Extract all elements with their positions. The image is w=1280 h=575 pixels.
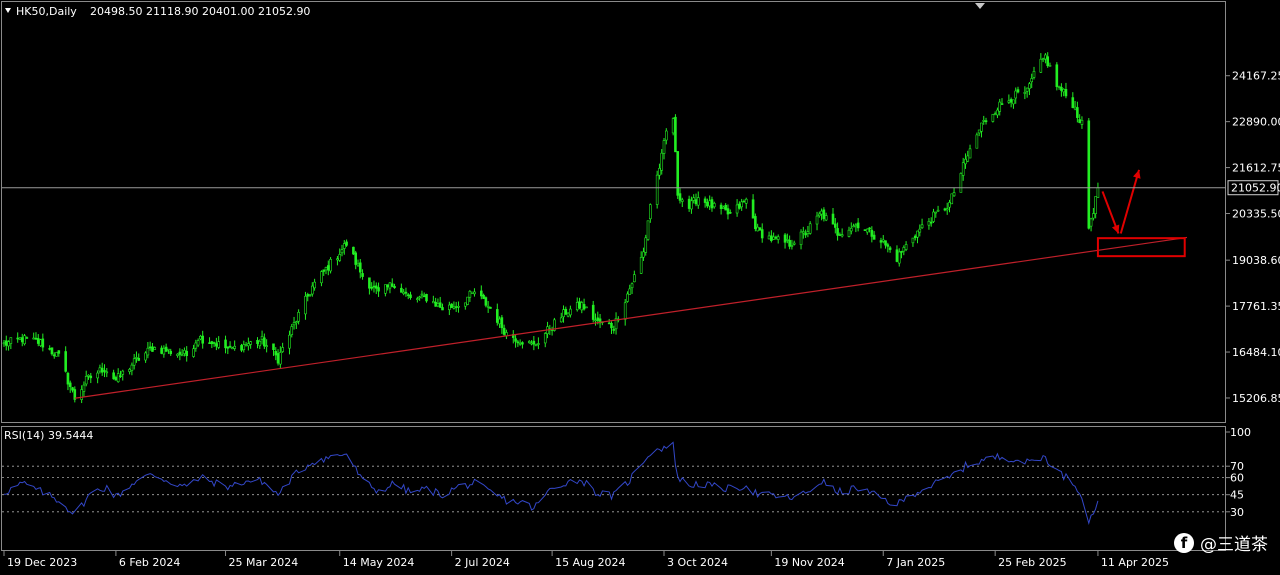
candle <box>1055 62 1059 91</box>
watermark: f @三道茶 <box>1174 530 1268 555</box>
chart-background <box>0 0 1280 575</box>
candle <box>950 193 954 205</box>
time-tick-label: 6 Feb 2024 <box>119 556 180 569</box>
candle <box>676 151 680 199</box>
time-tick-label: 14 May 2024 <box>343 556 415 569</box>
time-tick-label: 19 Dec 2023 <box>7 556 77 569</box>
price-tick-label: 15206.85 <box>1232 392 1280 405</box>
candle <box>470 291 474 294</box>
candle <box>39 338 42 347</box>
watermark-text: @三道茶 <box>1200 535 1268 555</box>
time-tick-label: 15 Aug 2024 <box>555 556 625 569</box>
time-tick-label: 3 Oct 2024 <box>667 556 728 569</box>
candle <box>991 113 995 123</box>
candle <box>959 172 963 193</box>
candle <box>975 132 979 149</box>
time-tick-label: 25 Mar 2024 <box>229 556 299 569</box>
rsi-tick-label: 30 <box>1230 506 1244 519</box>
candle <box>585 306 588 309</box>
candle <box>644 234 648 256</box>
candle <box>671 117 675 136</box>
rsi-tick-label: 100 <box>1230 426 1251 439</box>
rsi-tick-label: 60 <box>1230 472 1244 485</box>
chart-stage: 21052.90 24167.25 22890.00 21612.75 20335.5… <box>0 0 1280 575</box>
candle <box>23 333 26 346</box>
time-tick-label: 7 Jan 2025 <box>886 556 945 569</box>
price-tick-label: 20335.50 <box>1232 208 1280 221</box>
candle <box>655 170 659 209</box>
candle <box>329 257 332 274</box>
candle <box>450 303 453 308</box>
candle <box>55 351 58 357</box>
candle <box>1087 118 1091 230</box>
time-tick-label: 19 Nov 2024 <box>774 556 844 569</box>
ohlc-label: 20498.50 21118.90 20401.00 21052.90 <box>90 5 310 18</box>
price-tick-label: 16484.10 <box>1232 346 1280 359</box>
time-tick-label: 2 Jul 2024 <box>455 556 510 569</box>
price-tick-label: 22890.00 <box>1232 116 1280 129</box>
candle <box>646 220 650 241</box>
price-tick-label: 24167.25 <box>1232 70 1280 83</box>
candle <box>466 296 469 306</box>
candle <box>754 213 757 232</box>
last-price-label: 21052.90 <box>1231 182 1280 195</box>
rsi-tick-label: 45 <box>1230 489 1244 502</box>
rsi-label: RSI(14) 39.5444 <box>4 429 93 442</box>
facebook-icon: f <box>1174 532 1194 553</box>
time-tick-label: 11 Apr 2025 <box>1101 556 1169 569</box>
price-tick-label: 21612.75 <box>1232 162 1280 175</box>
candle <box>863 229 867 231</box>
candle <box>489 306 492 309</box>
candle <box>674 114 677 153</box>
price-tick-label: 17761.35 <box>1232 300 1280 313</box>
candle <box>352 246 355 255</box>
price-tick-label: 19038.60 <box>1232 254 1280 267</box>
symbol-label: HK50,Daily <box>16 5 77 18</box>
time-tick-label: 25 Feb 2025 <box>998 556 1066 569</box>
